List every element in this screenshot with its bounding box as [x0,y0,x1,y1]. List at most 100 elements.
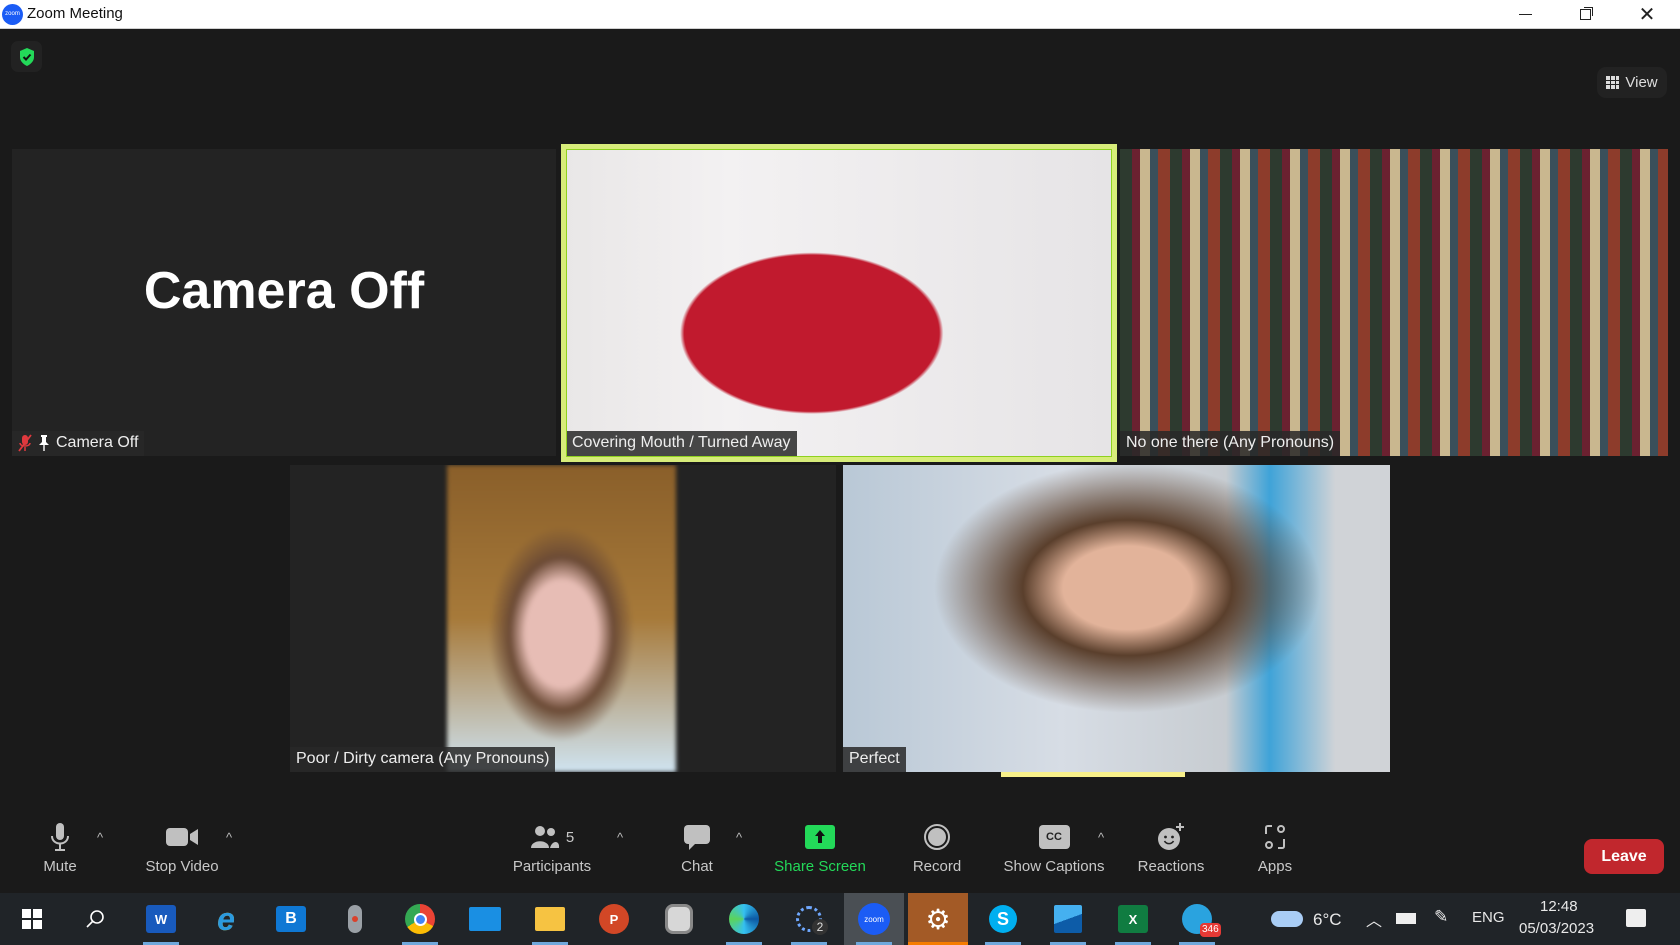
taskbar-powerpoint[interactable]: P [584,893,644,945]
close-icon: ✕ [1638,4,1656,26]
taskbar-file-explorer[interactable] [520,893,580,945]
taskbar-internet-explorer[interactable]: e [196,893,256,945]
clock-icon [665,904,693,934]
participants-button[interactable]: 5 Participants [508,820,596,875]
taskbar-edge[interactable] [714,893,774,945]
muted-mic-icon [18,434,32,452]
share-screen-button[interactable]: Share Screen [771,820,869,875]
clock-time[interactable]: 12:48 [1540,898,1578,915]
taskbar-signal[interactable]: 2 [779,893,839,945]
bookings-icon: B [276,906,306,932]
chat-button[interactable]: Chat [677,820,717,875]
windows-logo-icon [22,909,42,929]
apps-label: Apps [1257,858,1293,875]
taskbar-mail[interactable] [455,893,515,945]
video-options-caret[interactable]: ^ [226,830,232,845]
reactions-button[interactable]: Reactions [1133,820,1209,875]
share-screen-icon [805,825,835,849]
taskbar-photos[interactable] [1038,893,1098,945]
apps-button[interactable]: Apps [1254,820,1296,875]
skype-icon: S [989,905,1017,933]
record-label: Record [912,858,962,875]
mute-button[interactable]: Mute [38,820,82,875]
participant-name: No one there (Any Pronouns) [1126,434,1335,451]
chat-label: Chat [681,858,713,875]
participant-tile-perfect[interactable]: Perfect [843,465,1390,772]
participant-name: Poor / Dirty camera (Any Pronouns) [296,750,550,767]
grid-view-icon [1606,76,1620,89]
weather-temperature[interactable]: 6°C [1313,910,1342,930]
meeting-toolbar: Mute ^ Stop Video ^ 5 Participants ^ Cha… [0,820,1680,893]
captions-options-caret[interactable]: ^ [1098,830,1104,845]
taskbar-telegram[interactable]: 346 [1167,893,1227,945]
participant-tile-camera-off[interactable]: Camera Off Camera Off [12,149,556,456]
show-captions-label: Show Captions [1003,858,1105,875]
weather-cloud-icon[interactable] [1271,911,1303,927]
notifications-icon[interactable] [1626,909,1646,927]
show-hidden-icons-chevron[interactable]: ︿ [1366,907,1382,931]
view-button[interactable]: View [1597,67,1667,98]
taskbar-search-button[interactable] [65,893,125,945]
active-speaker-border [561,144,1117,462]
word-icon: W [146,905,176,933]
taskbar-word[interactable]: W [131,893,191,945]
zoom-icon: zoom [858,903,890,935]
taskbar-clock[interactable] [649,893,709,945]
chat-options-caret[interactable]: ^ [736,830,742,845]
taskbar-zoom[interactable]: zoom [844,893,904,945]
microphone-app-icon [348,905,362,933]
taskbar-bookings[interactable]: B [261,893,321,945]
participant-tile-blurry[interactable]: Poor / Dirty camera (Any Pronouns) [290,465,836,772]
participants-options-caret[interactable]: ^ [617,830,623,845]
show-captions-button[interactable]: CC Show Captions [998,820,1110,875]
stop-video-button[interactable]: Stop Video [139,820,225,875]
microphone-icon [51,823,69,851]
internet-explorer-icon: e [217,900,235,937]
taskbar-skype[interactable]: S [973,893,1033,945]
excel-icon: X [1118,905,1148,933]
taskbar-chrome[interactable] [390,893,450,945]
reactions-smiley-icon [1158,823,1184,850]
record-icon [924,824,950,850]
restore-button[interactable] [1562,0,1608,29]
telegram-badge: 346 [1200,923,1221,937]
participant-tile-bookshelf[interactable]: No one there (Any Pronouns) [1120,149,1668,456]
participant-namebar: Perfect [843,747,906,772]
clock-date[interactable]: 05/03/2023 [1519,920,1594,937]
participant-namebar: No one there (Any Pronouns) [1120,431,1341,456]
chrome-icon [405,904,435,934]
view-label: View [1625,74,1658,91]
windows-taskbar: W e B P 2 zoom ⚙ S X 346 6°C ︿ ✎ ENG 12:… [0,893,1680,945]
minimize-button[interactable] [1502,0,1548,29]
battery-icon[interactable] [1396,913,1416,924]
participant-name: Camera Off [56,434,139,451]
reactions-label: Reactions [1137,858,1205,875]
powerpoint-icon: P [599,904,629,934]
folder-icon [535,907,565,931]
shield-check-icon [19,47,34,66]
security-button[interactable] [11,41,42,72]
window-titlebar: zoom Zoom Meeting ✕ [0,0,1680,29]
record-button[interactable]: Record [908,820,966,875]
photos-icon [1054,905,1082,933]
stop-video-label: Stop Video [145,858,219,875]
participants-count: 5 [565,828,575,846]
camera-off-placeholder: Camera Off [143,262,425,320]
zoom-app-icon: zoom [2,4,23,25]
taskbar-excel[interactable]: X [1103,893,1163,945]
pen-icon[interactable]: ✎ [1434,907,1448,927]
search-icon [86,910,104,928]
start-button[interactable] [2,893,62,945]
share-screen-label: Share Screen [774,858,866,875]
taskbar-voice-recorder[interactable] [325,893,385,945]
close-button[interactable]: ✕ [1624,0,1670,29]
mute-label: Mute [43,858,77,875]
participant-namebar: Poor / Dirty camera (Any Pronouns) [290,747,556,772]
edge-icon [729,904,759,934]
leave-button[interactable]: Leave [1584,839,1664,874]
input-language[interactable]: ENG [1472,909,1505,926]
audio-options-caret[interactable]: ^ [97,830,103,845]
taskbar-settings[interactable]: ⚙ [908,893,968,945]
apps-icon [1265,825,1285,849]
closed-captions-icon: CC [1038,825,1070,849]
